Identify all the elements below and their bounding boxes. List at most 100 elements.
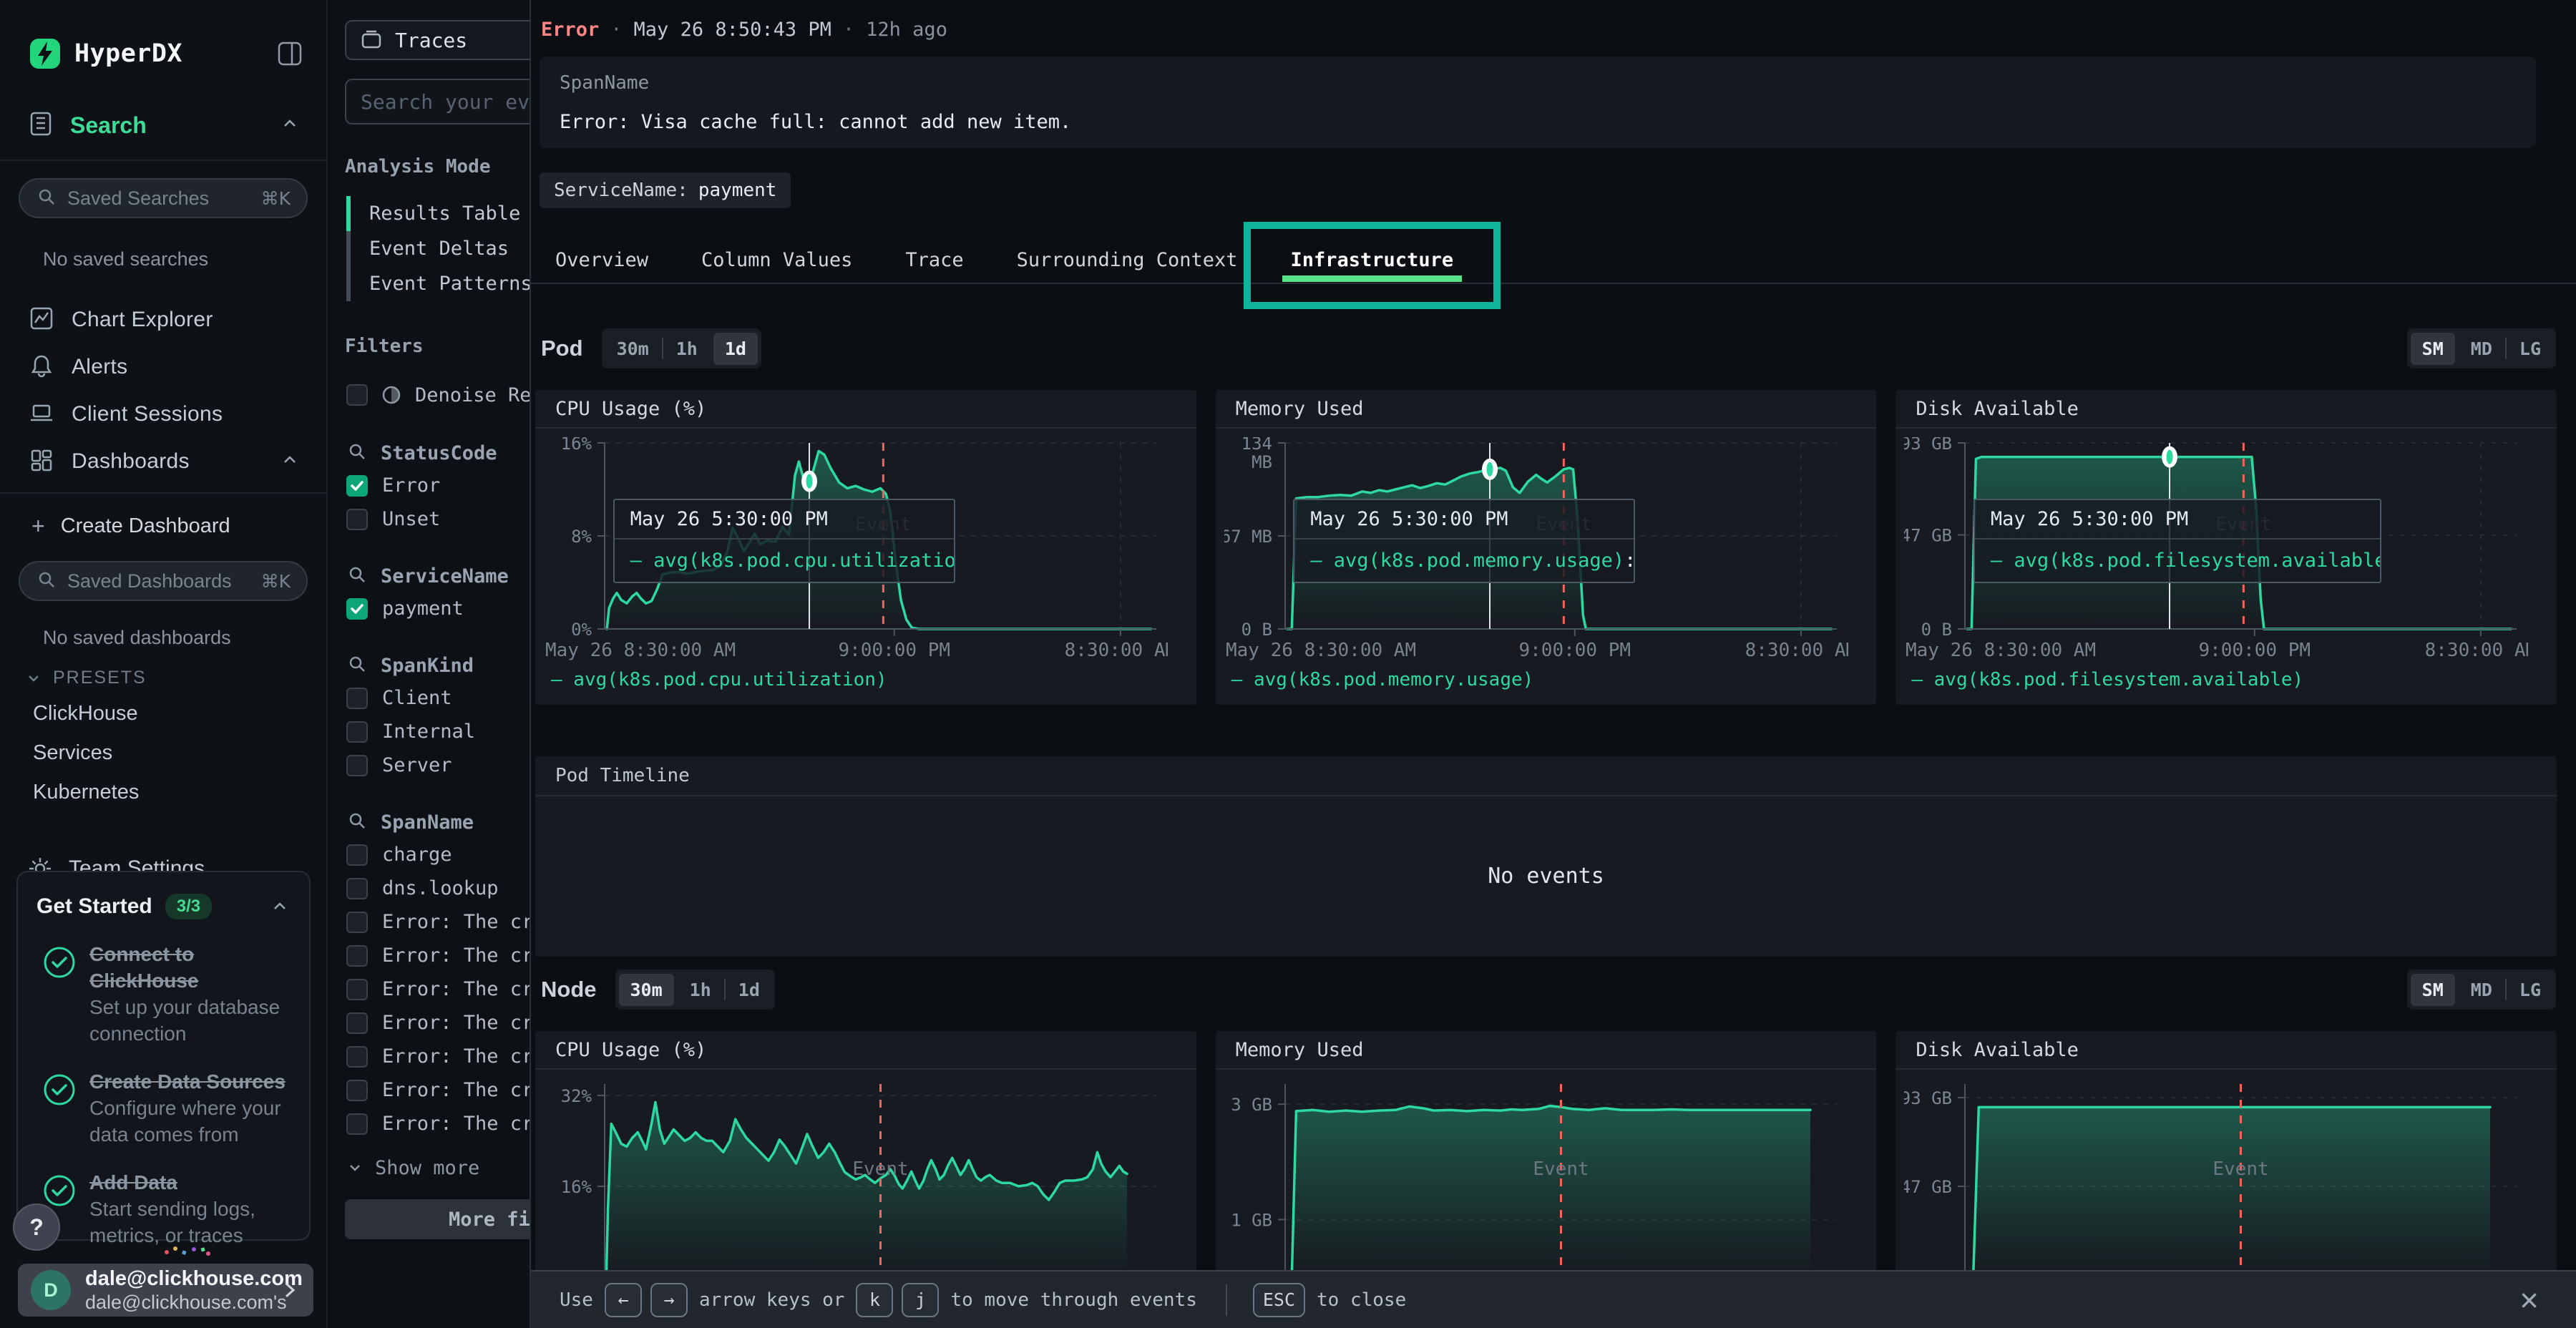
node-size-md[interactable]: MD bbox=[2459, 974, 2504, 1006]
pod-range-30m[interactable]: 30m bbox=[605, 333, 660, 365]
saved-searches-box[interactable]: ⌘K bbox=[19, 178, 308, 218]
filter-option-internal-1[interactable]: Internal bbox=[328, 715, 530, 748]
arrow-key: → bbox=[650, 1283, 688, 1317]
close-icon[interactable]: × bbox=[2519, 1284, 2539, 1317]
filter-group-header: SpanName bbox=[328, 806, 530, 838]
shortcut-badge: ⌘K bbox=[261, 571, 291, 592]
denoise-checkbox[interactable] bbox=[346, 384, 368, 406]
event-search-input[interactable] bbox=[361, 90, 530, 114]
checkbox[interactable] bbox=[346, 945, 368, 967]
tab-overview[interactable]: Overview bbox=[555, 236, 648, 283]
sidebar-item-chart-explorer[interactable]: Chart Explorer bbox=[0, 296, 326, 343]
shortcut-badge: ⌘K bbox=[261, 188, 291, 209]
span-name-panel: SpanName Error: Visa cache full: cannot … bbox=[540, 57, 2536, 148]
filter-option-error-the-cr-3[interactable]: Error: The cr bbox=[328, 939, 530, 972]
divider bbox=[0, 492, 326, 494]
checkbox[interactable] bbox=[346, 912, 368, 933]
saved-dashboards-input[interactable] bbox=[67, 570, 254, 592]
checkbox[interactable] bbox=[346, 721, 368, 743]
svg-text:8:30:00 AM: 8:30:00 AM bbox=[1065, 640, 1168, 660]
node-range-1h[interactable]: 1h bbox=[678, 974, 723, 1006]
tab-trace[interactable]: Trace bbox=[905, 236, 963, 283]
chevron-up-icon[interactable] bbox=[279, 113, 301, 138]
checkbox[interactable] bbox=[346, 878, 368, 899]
more-filters-button[interactable]: More fil bbox=[345, 1199, 530, 1239]
filter-option-payment-0[interactable]: payment bbox=[328, 592, 530, 625]
chart-line-icon bbox=[29, 306, 54, 335]
tab-surrounding-context[interactable]: Surrounding Context bbox=[1017, 236, 1238, 283]
pod-range-1h[interactable]: 1h bbox=[665, 333, 709, 365]
filter-option-error-the-cr-8[interactable]: Error: The cr bbox=[328, 1107, 530, 1141]
filter-option-client-0[interactable]: Client bbox=[328, 681, 530, 715]
event-search-box[interactable] bbox=[345, 79, 530, 125]
sidebar-collapse-icon[interactable] bbox=[275, 38, 306, 69]
source-select[interactable]: Traces bbox=[345, 20, 530, 60]
tooltip-series-row: — avg(k8s.pod.filesystem.available): 86 … bbox=[1975, 540, 2381, 582]
analysis-mode-event-patterns[interactable]: Event Patterns bbox=[346, 266, 530, 301]
check-circle-icon bbox=[42, 945, 77, 980]
hyperdx-logo-icon bbox=[29, 37, 62, 70]
analysis-mode-results-table[interactable]: Results Table bbox=[346, 196, 530, 231]
checkbox[interactable] bbox=[346, 475, 368, 497]
node-range-1d[interactable]: 1d bbox=[727, 974, 771, 1006]
filter-option-error-0[interactable]: Error bbox=[328, 469, 530, 502]
checkbox[interactable] bbox=[346, 688, 368, 709]
create-dashboard-button[interactable]: + Create Dashboard bbox=[0, 504, 326, 548]
tab-infrastructure[interactable]: Infrastructure bbox=[1291, 236, 1454, 283]
filter-option-unset-1[interactable]: Unset bbox=[328, 502, 530, 536]
chevron-up-icon[interactable] bbox=[269, 896, 291, 917]
preset-clickhouse[interactable]: ClickHouse bbox=[0, 694, 326, 733]
tab-column-values[interactable]: Column Values bbox=[701, 236, 852, 283]
checkbox[interactable] bbox=[346, 979, 368, 1000]
node-size-lg[interactable]: LG bbox=[2508, 974, 2552, 1006]
checkbox[interactable] bbox=[346, 755, 368, 776]
node-range-30m[interactable]: 30m bbox=[619, 974, 674, 1006]
denoise-results-toggle[interactable]: Denoise Re bbox=[328, 377, 530, 413]
filter-option-server-2[interactable]: Server bbox=[328, 748, 530, 782]
pod-range-1d[interactable]: 1d bbox=[713, 333, 758, 365]
saved-searches-input[interactable] bbox=[67, 187, 254, 210]
service-name-chip[interactable]: ServiceName: payment bbox=[540, 172, 791, 208]
tooltip-timestamp: May 26 5:30:00 PM bbox=[1294, 500, 1634, 540]
bell-icon bbox=[29, 353, 54, 382]
filter-groups: StatusCodeErrorUnsetServiceNamepaymentSp… bbox=[328, 437, 530, 1141]
filter-group-name: ServiceName bbox=[381, 565, 509, 587]
checkbox[interactable] bbox=[346, 509, 368, 530]
filter-option-error-the-cr-7[interactable]: Error: The cr bbox=[328, 1073, 530, 1107]
pod-size-toggle: SMMDLG bbox=[2407, 328, 2556, 368]
node-size-sm[interactable]: SM bbox=[2411, 974, 2455, 1006]
get-started-item-title: Add Data bbox=[89, 1169, 291, 1196]
filter-option-charge-0[interactable]: charge bbox=[328, 838, 530, 872]
pod-size-md[interactable]: MD bbox=[2459, 333, 2504, 365]
filter-option-error-the-cr-2[interactable]: Error: The cr bbox=[328, 905, 530, 939]
filter-option-error-the-cr-4[interactable]: Error: The cr bbox=[328, 972, 530, 1006]
sidebar-item-alerts[interactable]: Alerts bbox=[0, 343, 326, 391]
checkbox[interactable] bbox=[346, 1113, 368, 1135]
filter-group-header: SpanKind bbox=[328, 650, 530, 681]
sidebar-item-client-sessions[interactable]: Client Sessions bbox=[0, 391, 326, 438]
search-section-label: Search bbox=[70, 112, 279, 139]
sidebar-item-search[interactable]: Search bbox=[0, 70, 326, 141]
user-menu[interactable]: D dale@clickhouse.com dale@clickhouse.co… bbox=[18, 1264, 313, 1317]
presets-label: PRESETS bbox=[53, 668, 147, 688]
checkbox[interactable] bbox=[346, 1046, 368, 1068]
help-button[interactable]: ? bbox=[13, 1204, 60, 1251]
preset-services[interactable]: Services bbox=[0, 733, 326, 773]
pod-size-sm[interactable]: SM bbox=[2411, 333, 2455, 365]
filter-option-dns-lookup-1[interactable]: dns.lookup bbox=[328, 872, 530, 905]
pod-size-lg[interactable]: LG bbox=[2508, 333, 2552, 365]
filter-option-error-the-cr-6[interactable]: Error: The cr bbox=[328, 1040, 530, 1073]
analysis-mode-event-deltas[interactable]: Event Deltas bbox=[346, 231, 530, 266]
sidebar-nav: Chart ExplorerAlertsClient SessionsDashb… bbox=[0, 296, 326, 485]
saved-dashboards-box[interactable]: ⌘K bbox=[19, 561, 308, 601]
checkbox[interactable] bbox=[346, 844, 368, 866]
sidebar-item-dashboards[interactable]: Dashboards bbox=[0, 438, 326, 485]
span-name-value: Error: Visa cache full: cannot add new i… bbox=[560, 111, 2516, 133]
checkbox[interactable] bbox=[346, 1012, 368, 1034]
checkbox[interactable] bbox=[346, 1080, 368, 1101]
show-more-button[interactable]: Show more bbox=[328, 1151, 530, 1185]
preset-kubernetes[interactable]: Kubernetes bbox=[0, 773, 326, 812]
presets-toggle[interactable]: PRESETS bbox=[0, 649, 326, 688]
filter-option-error-the-cr-5[interactable]: Error: The cr bbox=[328, 1006, 530, 1040]
checkbox[interactable] bbox=[346, 598, 368, 620]
